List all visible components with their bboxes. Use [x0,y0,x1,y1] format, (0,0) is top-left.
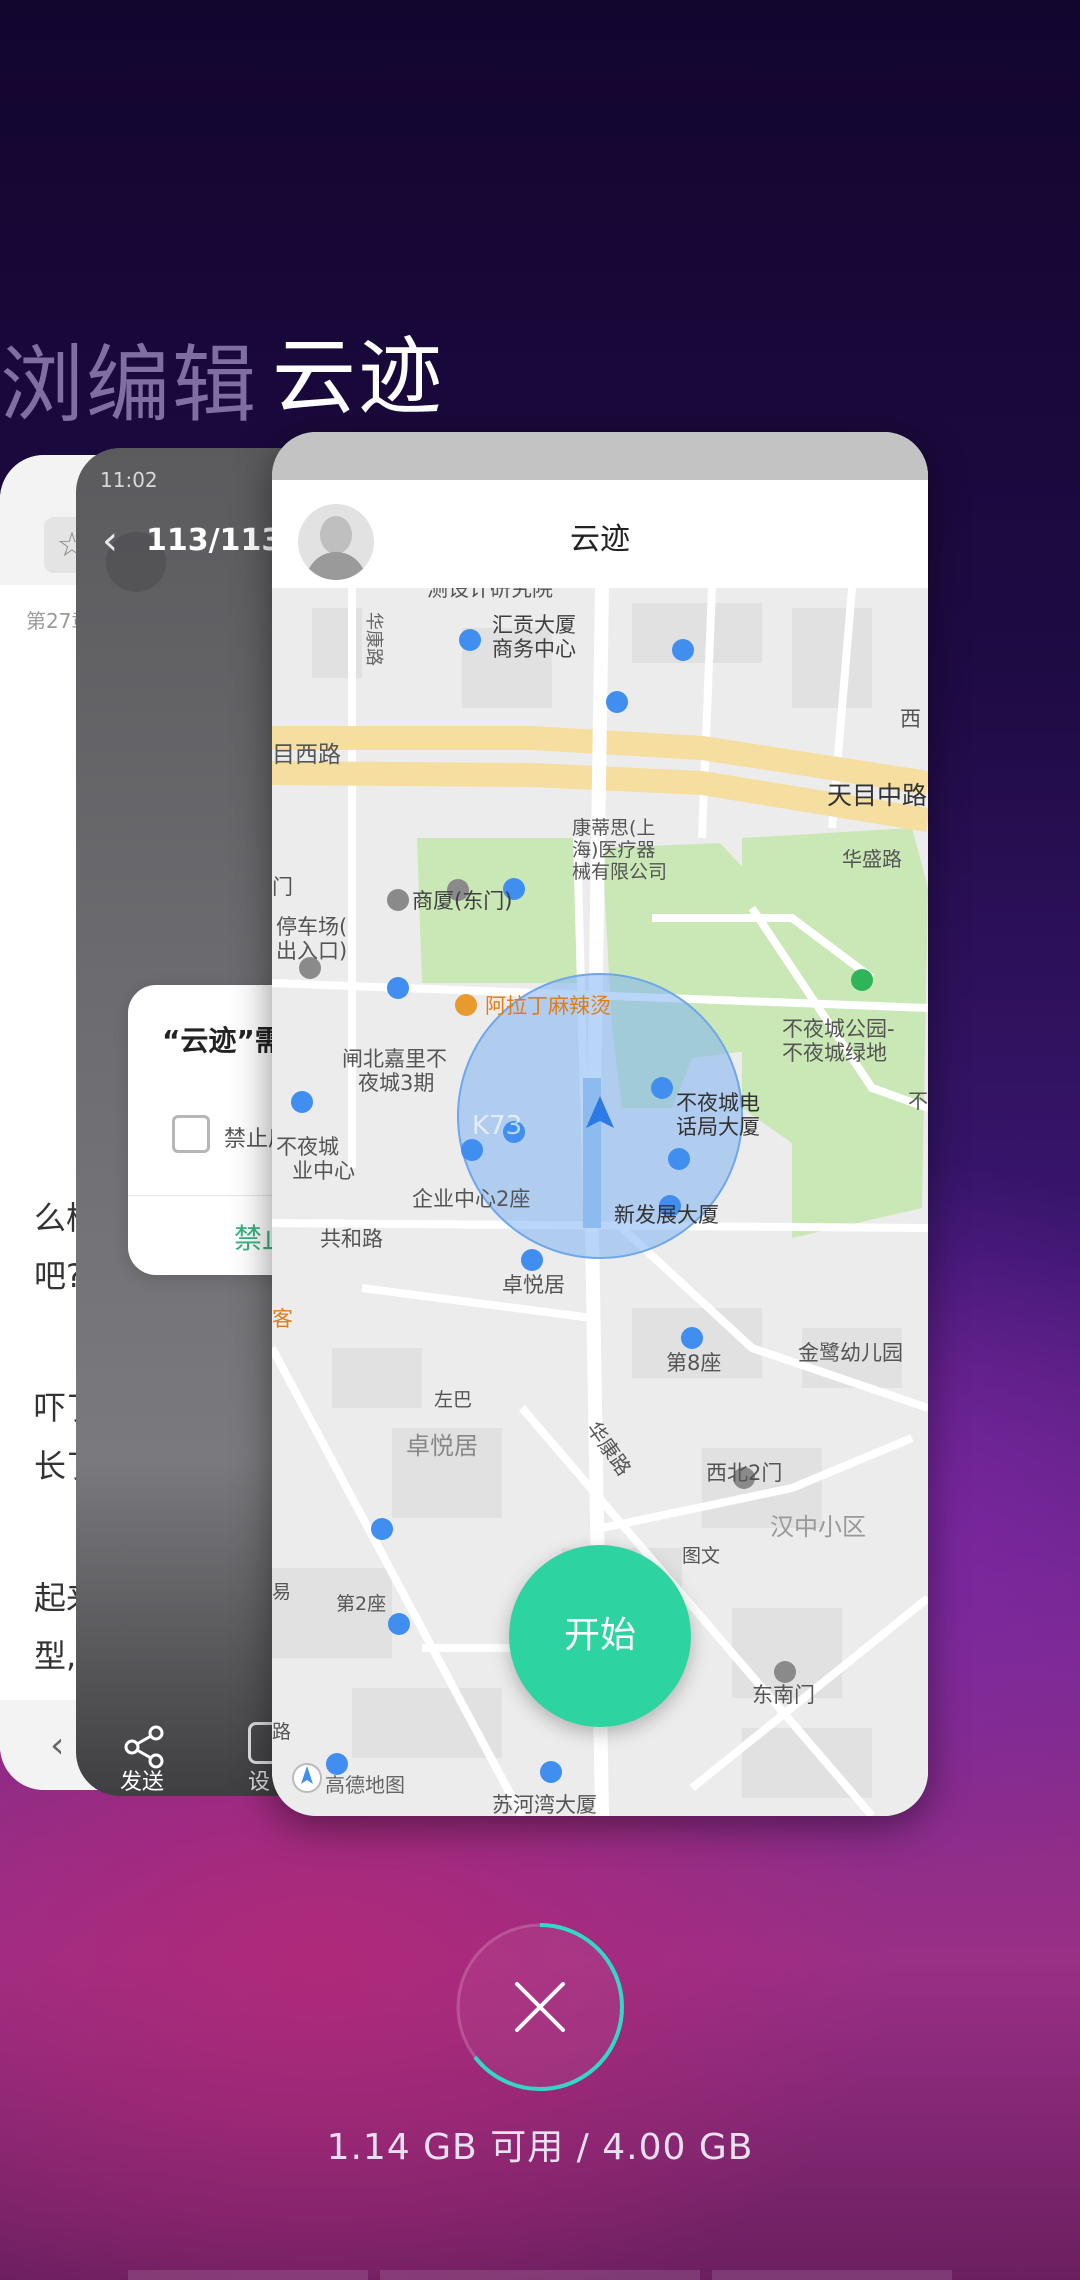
deny-checkbox[interactable] [172,1115,210,1153]
image-counter: 113/113 [146,523,283,558]
compass-icon [292,1763,322,1793]
current-app-title: 云迹 [272,328,445,426]
map-label: 左巴 [434,1389,472,1411]
map-label: 金鹭幼儿园 [798,1341,903,1365]
memory-status: 1.14 GB 可用 / 4.00 GB [326,2127,754,2168]
map-label: 路 [272,1721,291,1743]
map-label: 夜城3期 [358,1071,434,1095]
map-label: 西北2门 [706,1461,782,1485]
map-label: 目西路 [272,742,341,768]
clear-all-button[interactable] [455,1922,625,2092]
map-label: 苏河湾大厦 [492,1793,597,1816]
map-label: 不夜城电 [676,1091,760,1115]
map-label: 不 [908,1089,928,1113]
map-label: 易 [272,1581,291,1603]
start-button[interactable]: 开始 [509,1545,691,1727]
map-label: 不夜城公园- [782,1017,895,1041]
map-label: 海)医疗器 [572,839,655,861]
settings-label: 设 [248,1770,271,1795]
map-label: 测设计研究院 [427,588,553,601]
map-label: 卓悦居 [406,1432,478,1460]
reader-text-line: 型, [34,1637,77,1675]
send-label: 发送 [120,1770,165,1795]
amap-logo: 高德地图 [325,1773,405,1797]
dialog-title: “云迹”需 [162,1024,283,1057]
back-icon: ‹ [50,1725,65,1766]
status-bar [272,432,928,480]
map-label: 第8座 [666,1351,721,1375]
map-label: 汉中小区 [770,1513,866,1541]
map-label: 停车场( [276,915,347,939]
map-label: 出入口) [276,939,347,963]
prev-app-title: 浏编辑 [0,336,259,434]
map-label: 不夜城绿地 [782,1041,887,1065]
map-label: 闸北嘉里不 [342,1047,447,1071]
map-label: 门 [272,875,293,899]
watermark: K73 [472,1111,522,1141]
map-label: 不夜城 [276,1135,339,1159]
map-label: 械有限公司 [572,861,667,883]
back-icon: ‹ [102,518,118,564]
map-label: 华康路 [363,612,384,666]
map-label: 康蒂思(上 [572,817,655,839]
map-label: 新发展大厦 [614,1203,719,1227]
map-label: 话局大厦 [676,1115,760,1139]
map-label: 图文 [682,1545,720,1567]
app-name: 云迹 [570,522,630,557]
map-label: 共和路 [320,1227,383,1251]
map-label: 商务中心 [492,637,576,661]
status-time: 11:02 [100,468,158,492]
map-label: 企业中心2座 [412,1187,530,1211]
map-label: 汇贡大厦 [492,613,576,637]
map-label: 天目中路 [827,781,927,810]
map-label: 西 [900,707,921,731]
map-label: 卓悦居 [502,1273,565,1297]
map-label: 第2座 [336,1593,386,1615]
map-label: 阿拉丁麻辣烫 [485,994,611,1018]
map-label: 商厦(东门) [412,889,512,913]
navigation-hint-bar [128,2270,952,2280]
map-label: 华盛路 [842,847,902,871]
map-label: 业中心 [292,1159,355,1183]
map-label: 客 [272,1307,293,1331]
map-label: 东南门 [752,1683,815,1707]
yunji-app-card[interactable]: 云迹 测设计研究院 汇贡大厦 商务中心 西 目西路 天目中路 康蒂思(上 海)医… [272,432,928,1816]
